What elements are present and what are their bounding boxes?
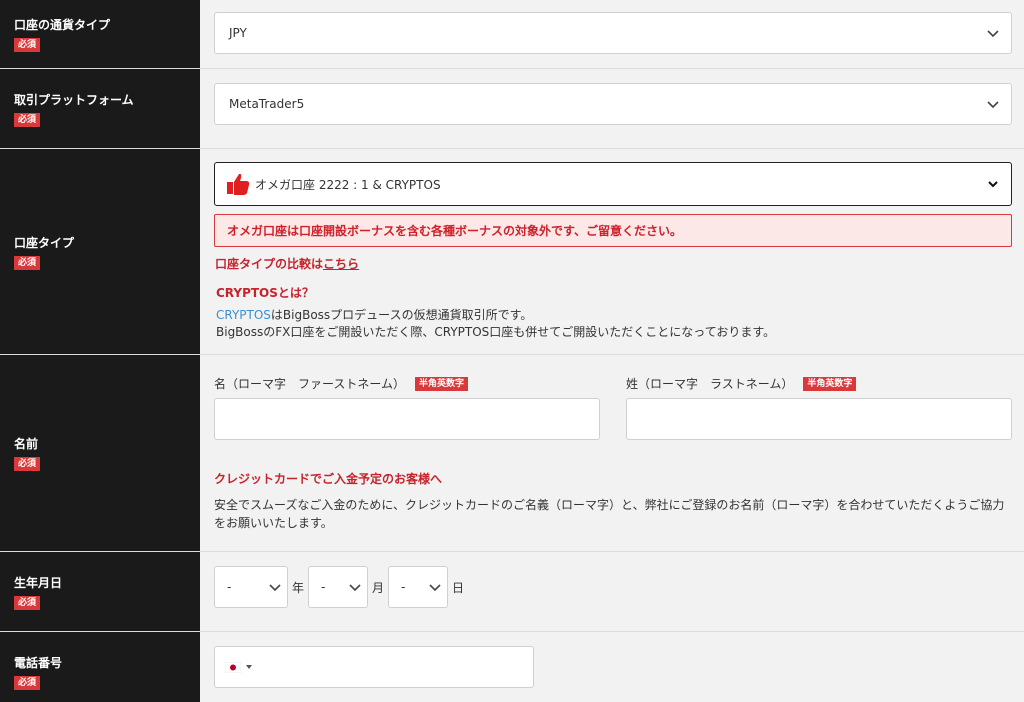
account-type-label: 口座タイプ: [14, 235, 75, 250]
birth-day-select[interactable]: -: [388, 566, 449, 608]
cryptos-link[interactable]: CRYPTOS: [216, 308, 271, 322]
first-name-label: 名（ローマ字 ファーストネーム） 半角英数字: [214, 375, 469, 392]
alnum-badge: 半角英数字: [803, 376, 857, 391]
required-badge: 必須: [14, 38, 41, 52]
chevron-down-icon: [988, 181, 998, 188]
platform-row: 取引プラットフォーム 必須 MetaTrader5: [0, 69, 1024, 149]
currency-label-cell: 口座の通貨タイプ 必須: [0, 0, 200, 68]
card-heading: クレジットカードでご入金予定のお客様へ: [214, 472, 443, 486]
phone-label-cell: 電話番号 必須: [0, 632, 200, 702]
platform-label: 取引プラットフォーム: [14, 92, 134, 107]
required-badge: 必須: [14, 457, 41, 471]
chevron-down-icon: [349, 584, 361, 592]
birth-year-select[interactable]: -: [214, 566, 288, 608]
account-type-row: 口座タイプ 必須 オメガ口座 2222 : 1 & CRYPTOS オメガ口座は…: [0, 149, 1024, 355]
bonus-warning: オメガ口座は口座開設ボーナスを含む各種ボーナスの対象外です、ご留意ください。: [214, 214, 1012, 247]
month-unit: 月: [372, 580, 385, 595]
card-description: 安全でスムーズなご入金のために、クレジットカードのご名義（ローマ字）と、弊社にご…: [214, 498, 1005, 530]
chevron-down-icon: [429, 584, 441, 592]
chevron-down-icon: [987, 30, 999, 38]
required-badge: 必須: [14, 112, 41, 127]
name-row: 名前 必須 名（ローマ字 ファーストネーム） 半角英数字 姓（ローマ字 ラストネ…: [0, 355, 1024, 552]
compare-link[interactable]: こちら: [323, 257, 359, 271]
name-label-cell: 名前 必須: [0, 355, 200, 551]
account-type-value: オメガ口座 2222 : 1 & CRYPTOS: [255, 177, 441, 192]
chevron-down-icon: [987, 101, 999, 109]
birthday-label: 生年月日: [14, 575, 63, 590]
last-name-label: 姓（ローマ字 ラストネーム） 半角英数字: [626, 375, 857, 392]
compare-text: 口座タイプの比較はこちら: [215, 257, 360, 271]
day-unit: 日: [452, 580, 465, 595]
required-badge: 必須: [14, 255, 41, 270]
phone-label: 電話番号: [14, 656, 63, 670]
platform-select[interactable]: MetaTrader5: [214, 83, 1012, 125]
currency-field: JPY: [200, 0, 1024, 68]
thumbs-up-icon: [227, 173, 250, 195]
first-name-input[interactable]: [214, 398, 600, 440]
required-badge: 必須: [14, 676, 41, 690]
account-type-field: オメガ口座 2222 : 1 & CRYPTOS オメガ口座は口座開設ボーナスを…: [200, 149, 1024, 354]
cryptos-description: CRYPTOSはBigBossプロデュースの仮想通貨取引所です。 BigBoss…: [216, 308, 776, 339]
account-type-label-cell: 口座タイプ 必須: [0, 149, 200, 354]
country-code-dropdown[interactable]: [225, 661, 253, 673]
alnum-badge: 半角英数字: [415, 376, 469, 391]
platform-value: MetaTrader5: [229, 97, 305, 111]
currency-row: 口座の通貨タイプ 必須 JPY: [0, 0, 1024, 69]
phone-input[interactable]: [214, 646, 534, 688]
currency-label: 口座の通貨タイプ: [14, 18, 111, 32]
currency-select[interactable]: JPY: [214, 12, 1012, 54]
birthday-field: - 年 - 月 - 日: [200, 552, 1024, 631]
birthday-row: 生年月日 必須 - 年 - 月 - 日: [0, 552, 1024, 632]
platform-label-cell: 取引プラットフォーム 必須: [0, 69, 200, 148]
phone-field: [200, 632, 1024, 702]
platform-field: MetaTrader5: [200, 69, 1024, 148]
caret-down-icon: [246, 665, 252, 669]
required-badge: 必須: [14, 595, 41, 610]
name-label: 名前: [14, 437, 39, 451]
year-unit: 年: [292, 580, 305, 595]
birth-month-select[interactable]: -: [308, 566, 369, 608]
chevron-down-icon: [269, 584, 281, 592]
name-field: 名（ローマ字 ファーストネーム） 半角英数字 姓（ローマ字 ラストネーム） 半角…: [200, 355, 1024, 551]
japan-flag-icon: [225, 661, 241, 673]
currency-value: JPY: [229, 26, 247, 40]
phone-row: 電話番号 必須: [0, 632, 1024, 702]
account-type-select[interactable]: オメガ口座 2222 : 1 & CRYPTOS: [214, 162, 1012, 206]
cryptos-heading: CRYPTOSとは？: [216, 286, 314, 300]
birthday-label-cell: 生年月日 必須: [0, 552, 200, 631]
last-name-input[interactable]: [626, 398, 1012, 440]
